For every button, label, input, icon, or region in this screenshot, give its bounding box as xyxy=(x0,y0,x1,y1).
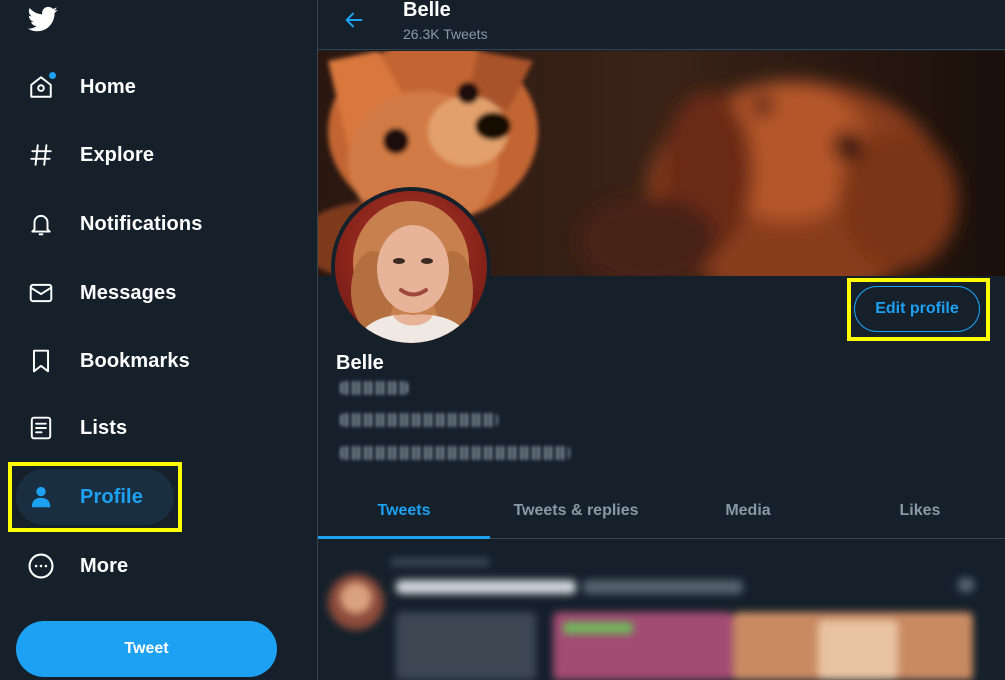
sidebar-item-notifications[interactable]: Notifications xyxy=(16,196,266,252)
sidebar: Home Explore Notifications Messages Book… xyxy=(0,0,318,680)
more-circle-icon xyxy=(26,551,56,581)
redacted-bio xyxy=(340,413,498,427)
sidebar-item-label: Notifications xyxy=(80,212,203,235)
profile-tabs: Tweets Tweets & replies Media Likes xyxy=(318,483,1005,539)
sidebar-item-bookmarks[interactable]: Bookmarks xyxy=(16,333,266,389)
sidebar-item-more[interactable]: More xyxy=(16,538,266,594)
sidebar-item-label: Lists xyxy=(80,416,128,439)
envelope-icon xyxy=(26,278,56,308)
sidebar-item-messages[interactable]: Messages xyxy=(16,265,266,321)
sidebar-item-label: Explore xyxy=(80,143,155,166)
tab-likes[interactable]: Likes xyxy=(834,483,1005,538)
sidebar-item-label: Messages xyxy=(80,281,177,304)
sidebar-item-lists[interactable]: Lists xyxy=(16,400,266,456)
profile-header: Belle 26.3K Tweets xyxy=(318,0,1005,50)
person-icon xyxy=(26,482,56,512)
tab-media[interactable]: Media xyxy=(662,483,834,538)
tab-tweets[interactable]: Tweets xyxy=(318,483,490,539)
blurred-tweet-preview[interactable] xyxy=(318,540,1005,680)
tweet-button[interactable]: Tweet xyxy=(16,621,277,677)
sidebar-item-home[interactable]: Home xyxy=(16,59,266,115)
sidebar-item-profile[interactable]: Profile xyxy=(16,469,174,525)
notification-dot xyxy=(49,72,56,79)
sidebar-item-label: Home xyxy=(80,75,136,98)
profile-name: Belle xyxy=(336,352,384,374)
profile-main: Belle 26.3K Tweets Edit profile Belle Tw… xyxy=(317,0,1005,680)
tweet-count: 26.3K Tweets xyxy=(403,26,488,42)
sidebar-item-explore[interactable]: Explore xyxy=(16,127,266,183)
bell-icon xyxy=(26,209,56,239)
sidebar-item-label: More xyxy=(80,554,129,577)
sidebar-item-label: Profile xyxy=(80,485,143,508)
twitter-app: Home Explore Notifications Messages Book… xyxy=(0,0,1005,680)
redacted-handle xyxy=(340,381,408,395)
sidebar-item-label: Bookmarks xyxy=(80,349,190,372)
list-icon xyxy=(26,413,56,443)
twitter-logo-icon[interactable] xyxy=(26,4,60,34)
edit-profile-button[interactable]: Edit profile xyxy=(854,286,980,332)
tab-tweets-and-replies[interactable]: Tweets & replies xyxy=(490,483,662,538)
back-arrow-icon[interactable] xyxy=(340,6,368,34)
bookmark-icon xyxy=(26,346,56,376)
header-name: Belle xyxy=(403,0,451,21)
hashtag-icon xyxy=(26,140,56,170)
profile-avatar[interactable] xyxy=(331,187,491,347)
redacted-details xyxy=(340,446,570,460)
home-icon xyxy=(26,72,56,102)
